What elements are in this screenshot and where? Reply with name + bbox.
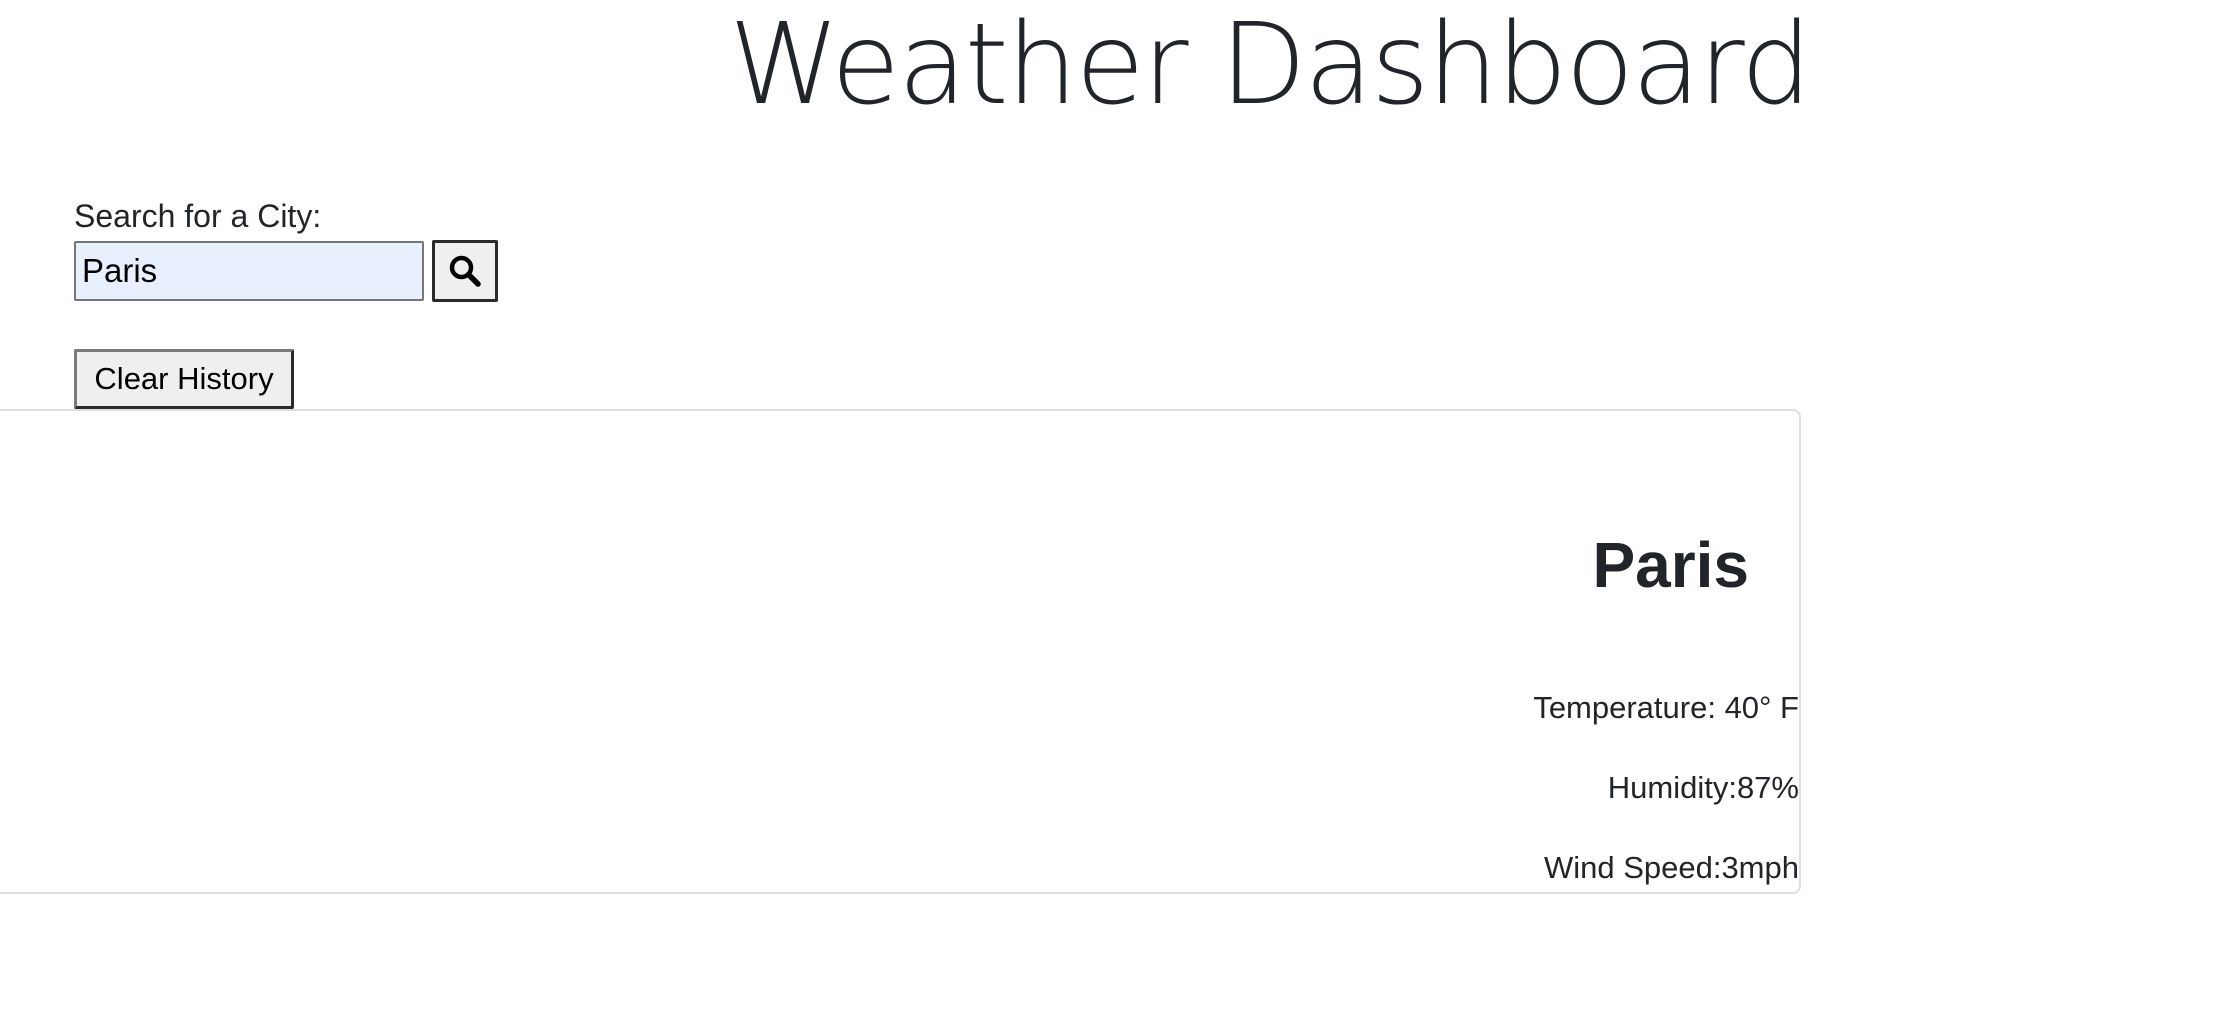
current-weather-card: Paris Temperature: 40° F Humidity:87% Wi… — [0, 409, 1801, 894]
clear-history-button[interactable]: Clear History — [74, 349, 294, 409]
temperature-value: Temperature: 40° F — [1533, 690, 1799, 725]
search-label: Search for a City: — [74, 198, 322, 234]
wind-speed-value: Wind Speed:3mph — [1543, 850, 1799, 885]
humidity-value: Humidity:87% — [1607, 770, 1799, 805]
page-title: Weather Dashboard — [729, 0, 1812, 130]
city-name: Paris — [1592, 529, 1749, 601]
search-icon — [448, 254, 482, 288]
search-button[interactable] — [432, 240, 498, 302]
search-input[interactable] — [74, 241, 424, 301]
